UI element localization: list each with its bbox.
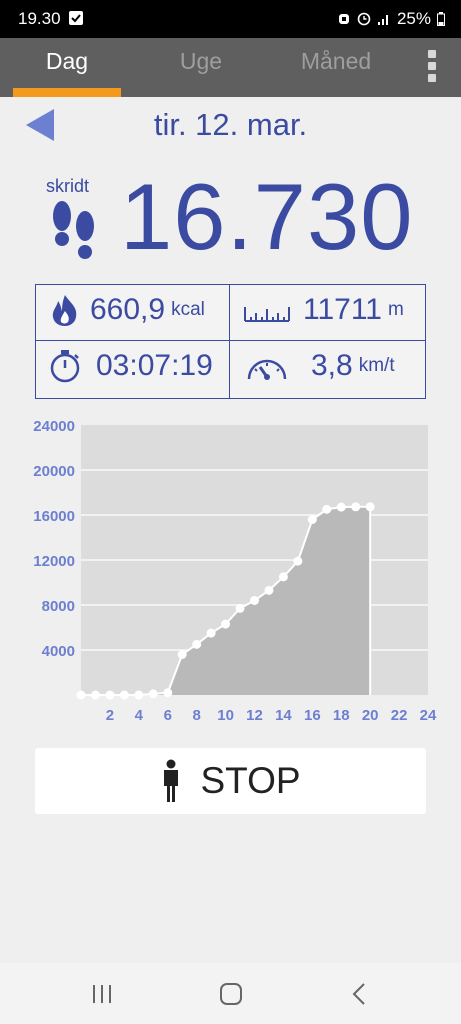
chart-data-point [192,639,202,649]
tab-week[interactable]: Uge [150,48,252,75]
chart-data-point [90,690,100,700]
footprints-icon [53,201,94,259]
distance-unit: m [387,299,404,320]
tab-day[interactable]: Dag [13,48,121,75]
ruler-icon [244,307,290,322]
distance-stat: 11711 m [243,293,404,327]
tab-bar: Dag Uge Måned [0,38,461,97]
calories-value: 660,9 [90,293,166,326]
battery-icon [437,12,445,26]
status-bar: 19.30 25% [0,0,461,38]
clock-icon [357,12,371,26]
x-tick-label: 22 [391,707,408,724]
battery-percent: 25% [396,9,431,28]
home-icon[interactable] [217,981,245,1007]
chart-data-point [336,502,346,512]
x-tick-label: 24 [420,707,437,724]
y-tick-label: 4000 [42,643,75,660]
chart-data-point [365,502,375,512]
chart-data-point [206,628,216,638]
main-content: tir. 12. mar. skridt 16.730 660,9 kcal 1… [0,97,461,963]
stats-grid: 660,9 kcal 11711 m 03:07:19 3,8 km/t [35,284,426,399]
chart-data-point [235,603,245,613]
speedometer-icon [247,359,287,380]
x-tick-label: 6 [164,707,172,724]
chart-data-point [221,619,231,629]
x-tick-label: 10 [217,707,234,724]
y-tick-label: 20000 [33,463,75,480]
x-tick-label: 20 [362,707,379,724]
date-title: tir. 12. mar. [153,107,308,142]
chart-data-point [119,690,129,700]
steps-count: 16.730 [120,164,414,269]
chart-data-point [293,556,303,566]
chart-data-point [105,690,115,700]
calories-unit: kcal [171,299,205,320]
steps-chart: 4000800012000160002000024000 2 4 6 8 10 12 14 1… [33,419,437,724]
duration-value: 03:07:19 [96,349,213,382]
y-tick-label: 12000 [33,553,75,570]
tab-month[interactable]: Måned [283,48,389,75]
stats-divider-horizontal [36,340,425,341]
status-time: 19.30 [18,9,61,28]
back-icon[interactable] [346,981,374,1007]
chart-data-point [148,689,158,699]
x-tick-label: 4 [135,707,144,724]
chart-data-point [250,596,259,605]
x-tick-label: 16 [304,707,321,724]
duration-stat: 03:07:19 [48,349,213,383]
chart-data-point [264,585,274,595]
recents-icon[interactable] [88,981,116,1007]
stop-button-label: STOP [200,760,301,801]
x-tick-label: 8 [192,707,200,724]
chart-data-point [322,504,332,514]
speed-unit: km/t [358,355,395,376]
stopwatch-icon [50,350,80,383]
person-icon [164,759,179,802]
chart-data-point [351,502,361,512]
y-tick-label: 8000 [42,598,75,615]
steps-label: skridt [46,176,90,196]
signal-icon [377,15,388,25]
stop-button[interactable]: STOP [35,748,426,814]
distance-value: 11711 [303,293,382,326]
chart-data-point [177,650,187,659]
x-tick-label: 12 [246,707,263,724]
system-nav-bar [0,963,461,1024]
x-tick-label: 14 [275,707,292,724]
y-tick-label: 24000 [33,419,75,435]
overflow-menu-icon[interactable] [425,50,439,86]
flame-icon [52,295,77,326]
calories-stat: 660,9 kcal [48,293,205,327]
speed-value: 3,8 [311,349,353,382]
chart-data-point [163,688,173,698]
notification-check-icon [69,11,83,25]
alarm-icon [338,14,349,24]
x-tick-label: 2 [106,707,114,724]
chart-data-point [278,572,288,582]
chart-data-point [307,515,317,524]
y-tick-label: 16000 [33,508,75,525]
speed-stat: 3,8 km/t [243,349,395,383]
chart-data-point [134,690,144,700]
stats-divider-vertical [229,285,230,398]
x-tick-label: 18 [333,707,350,724]
chart-data-point [76,690,86,700]
active-tab-indicator [13,88,121,97]
